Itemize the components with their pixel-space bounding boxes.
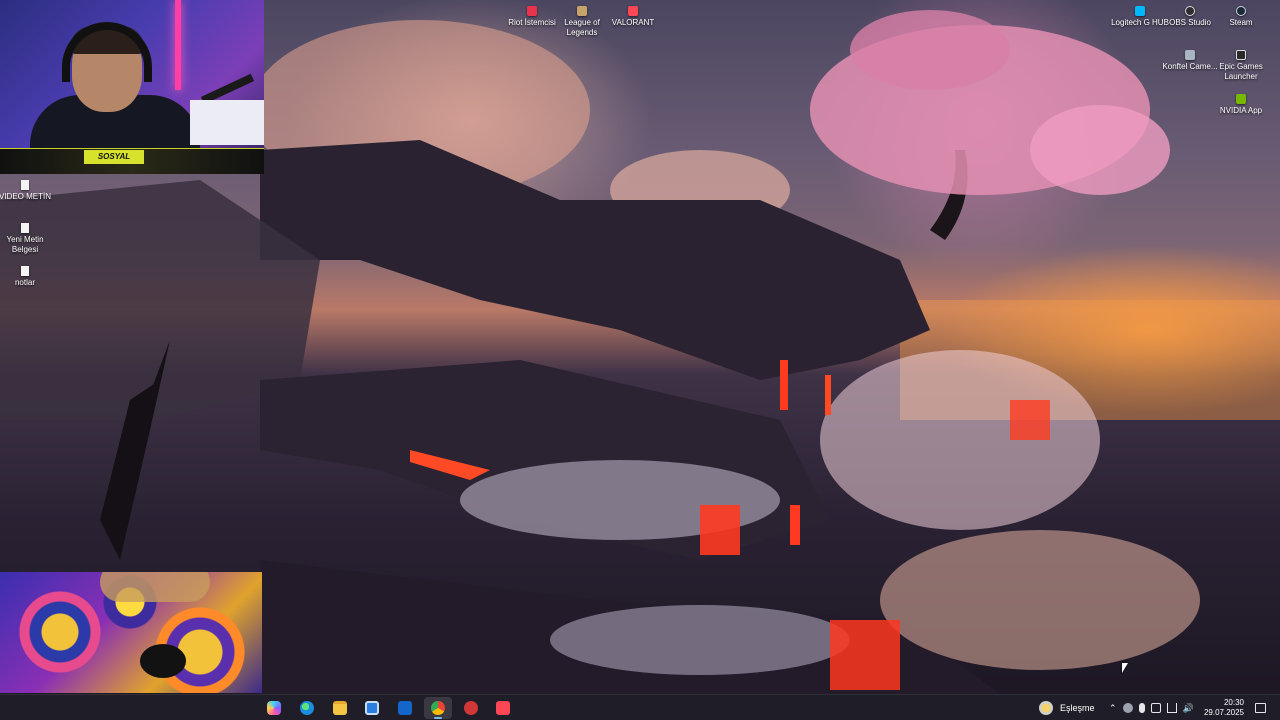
konftel-icon: [1185, 50, 1195, 60]
desktop-icon-label: Konftel Came...: [1162, 62, 1218, 71]
notification-icon: [1254, 703, 1266, 713]
store-icon: [365, 701, 379, 715]
headset: [62, 22, 152, 82]
desktop-icon-video-metin[interactable]: VIDEO METİN: [0, 180, 55, 202]
weather-label: Eşleşme: [1060, 703, 1095, 713]
desktop-icon-steam[interactable]: Steam: [1211, 6, 1271, 28]
taskbar-file-explorer-button[interactable]: [326, 697, 354, 719]
valorant-icon: [628, 6, 638, 16]
desktop-icon-label: notlar: [14, 278, 35, 287]
mouse-device: [140, 644, 186, 678]
taskbar-riot-button[interactable]: [457, 697, 485, 719]
network-shield-icon[interactable]: [1122, 703, 1133, 713]
riot-icon: [464, 701, 478, 715]
deskcam-overlay: [0, 572, 262, 693]
weather-icon: [1039, 701, 1053, 715]
desktop-icon-label: VALORANT: [611, 18, 655, 27]
neon-light: [175, 0, 181, 90]
text-file-icon: [21, 266, 29, 276]
text-file-icon: [21, 180, 29, 190]
taskbar-outlook-button[interactable]: [391, 697, 419, 719]
outlook-icon: [398, 701, 412, 715]
taskbar-valorant-button[interactable]: [489, 697, 517, 719]
chrome-icon: [431, 701, 445, 715]
text-file-icon: [21, 223, 29, 233]
weather-widget[interactable]: Eşleşme: [1036, 695, 1095, 720]
taskbar-edge-button[interactable]: [293, 697, 321, 719]
webcam-overlay: SOSYAL: [0, 0, 264, 174]
copilot-icon: [267, 701, 281, 715]
desktop-icon-label: Epic Games Launcher: [1219, 62, 1263, 81]
desktop-icon-notlar[interactable]: notlar: [0, 266, 55, 288]
monitor-glow: [190, 100, 264, 145]
desktop-icon-label: League of Legends: [564, 18, 600, 37]
epic-games-icon: [1236, 50, 1246, 60]
taskbar: Eşleşme ⌃ 🔊 20:30 29.07.2025: [0, 694, 1280, 720]
taskbar-clock[interactable]: 20:30 29.07.2025: [1204, 698, 1244, 718]
clock-date: 29.07.2025: [1203, 708, 1244, 717]
file-explorer-icon: [333, 701, 347, 715]
steam-icon: [1236, 6, 1246, 16]
desktop-icon-label: OBS Studio: [1169, 18, 1211, 27]
desktop-icon-epic-games[interactable]: Epic Games Launcher: [1211, 50, 1271, 82]
chevron-up-icon[interactable]: ⌃: [1109, 703, 1117, 713]
nvidia-icon: [1236, 94, 1246, 104]
taskbar-copilot-button[interactable]: [260, 697, 288, 719]
hand: [100, 572, 210, 602]
taskbar-store-button[interactable]: [358, 697, 386, 719]
notifications-button[interactable]: [1248, 697, 1272, 719]
mouse-cursor-icon: [1122, 663, 1128, 673]
league-of-legends-icon: [577, 6, 587, 16]
display-icon[interactable]: [1150, 703, 1161, 713]
taskbar-chrome-button[interactable]: [424, 697, 452, 719]
desktop-icon-valorant[interactable]: VALORANT: [603, 6, 663, 28]
logitech-icon: [1135, 6, 1145, 16]
system-tray: ⌃ 🔊: [1106, 695, 1197, 720]
desktop-icon-label: NVIDIA App: [1219, 106, 1263, 115]
edge-icon: [300, 701, 314, 715]
clock-time: 20:30: [1223, 698, 1244, 707]
desktop-icon-label: VIDEO METİN: [0, 192, 51, 201]
obs-icon: [1185, 6, 1195, 16]
volume-icon[interactable]: 🔊: [1183, 703, 1194, 713]
desktop-icon-label: Steam: [1229, 18, 1253, 27]
valorant-icon: [496, 701, 510, 715]
riot-client-icon: [527, 6, 537, 16]
desktop-icon-label: Riot İstemcisi: [508, 18, 556, 27]
desktop-icon-label: Yeni Metin Belgesi: [6, 235, 44, 254]
wifi-icon[interactable]: [1166, 703, 1177, 713]
desktop-icon-nvidia-app[interactable]: NVIDIA App: [1211, 94, 1271, 116]
microphone-icon[interactable]: [1138, 703, 1145, 713]
webcam-badge: SOSYAL: [84, 150, 144, 164]
desktop-icon-yeni-metin-belgesi[interactable]: Yeni Metin Belgesi: [0, 223, 55, 255]
